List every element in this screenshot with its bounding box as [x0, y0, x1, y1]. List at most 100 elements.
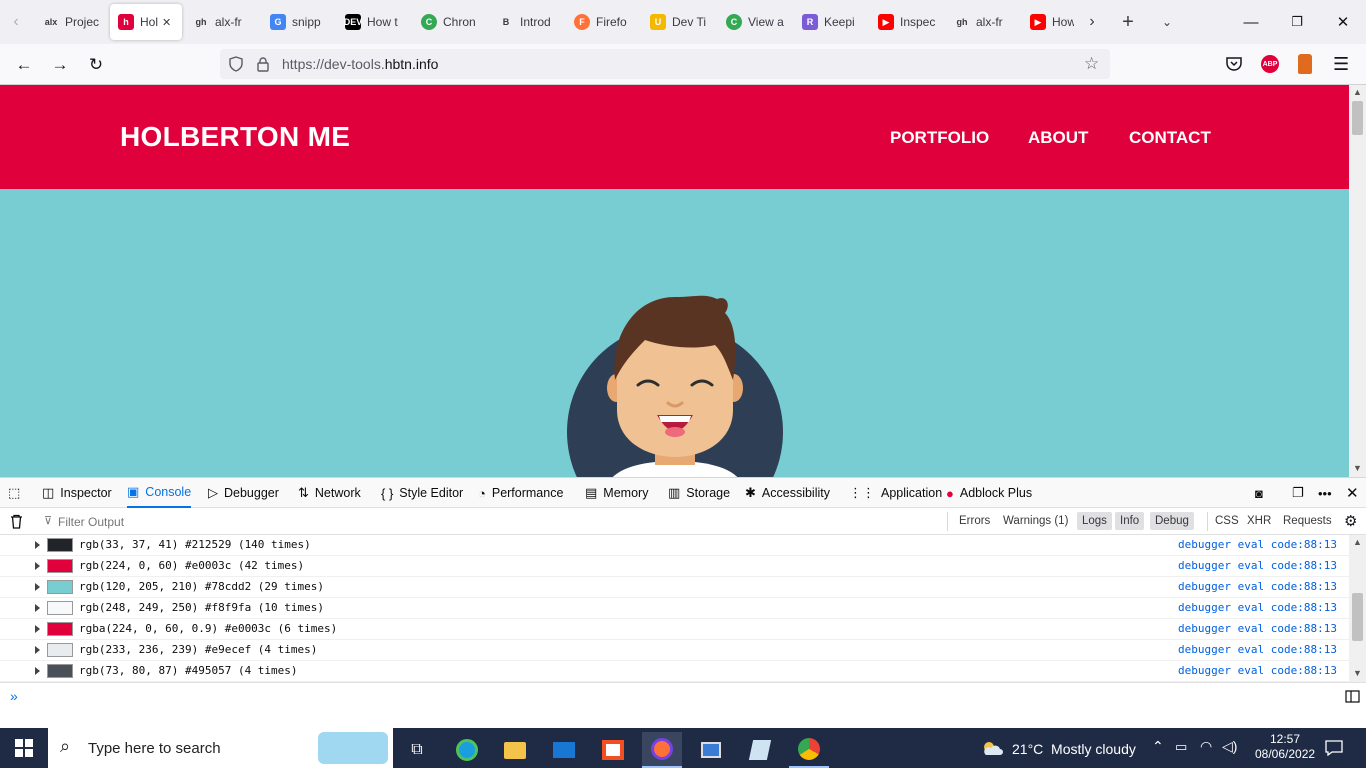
tab-10[interactable]: R Keepi [794, 4, 866, 40]
scroll-down-icon[interactable]: ▼ [1353, 463, 1362, 473]
lock-icon[interactable] [256, 56, 270, 72]
list-all-tabs-button[interactable]: ⌄ [1155, 10, 1179, 34]
console-scroll-thumb[interactable] [1352, 593, 1363, 641]
console-source-link[interactable]: debugger eval code:88:13 [1178, 538, 1337, 551]
devtools-menu-button[interactable]: ••• [1318, 478, 1338, 508]
filter-warnings[interactable]: Warnings (1) [998, 512, 1073, 530]
nav-link-contact[interactable]: CONTACT [1129, 128, 1211, 148]
close-tab-icon[interactable]: ✕ [162, 16, 171, 29]
extension-lighthouse-icon[interactable] [1298, 54, 1312, 74]
expand-arrow-icon[interactable] [35, 562, 40, 570]
console-log-row[interactable]: rgb(233, 236, 239) #e9ecef (4 times) debu… [0, 640, 1349, 661]
filter-logs[interactable]: Logs [1077, 512, 1112, 530]
notes-app-icon[interactable] [740, 732, 780, 768]
page-scroll-thumb[interactable] [1352, 101, 1363, 135]
console-scroll-up-icon[interactable]: ▲ [1353, 537, 1362, 547]
clear-console-icon[interactable] [10, 514, 23, 529]
app-menu-icon[interactable]: ☰ [1333, 54, 1349, 75]
battery-icon[interactable]: ▭ [1175, 739, 1187, 755]
restore-button[interactable]: ❐ [1274, 0, 1320, 44]
nav-link-portfolio[interactable]: PORTFOLIO [890, 128, 989, 148]
reload-button[interactable]: ↻ [81, 50, 111, 80]
tab-scroll-left-icon[interactable]: ‹ [4, 10, 28, 34]
devtools-tab-style-editor[interactable]: { } Style Editor [381, 478, 463, 508]
url-bar[interactable]: https://dev-tools.hbtn.info ☆ [220, 49, 1110, 79]
console-source-link[interactable]: debugger eval code:88:13 [1178, 622, 1337, 635]
scroll-up-icon[interactable]: ▲ [1353, 87, 1362, 97]
console-log-row[interactable]: rgb(248, 249, 250) #f8f9fa (10 times) deb… [0, 598, 1349, 619]
expand-arrow-icon[interactable] [35, 667, 40, 675]
store-icon[interactable] [593, 732, 633, 768]
console-settings-gear-icon[interactable]: ⚙ [1344, 512, 1357, 530]
tab-4[interactable]: DEV How t [337, 4, 409, 40]
filter-css[interactable]: CSS [1210, 512, 1244, 530]
weather-cloud-icon[interactable] [981, 740, 1003, 756]
screenshot-button[interactable]: ◙ [1255, 478, 1269, 508]
expand-arrow-icon[interactable] [35, 604, 40, 612]
taskbar-search-box[interactable]: ⌕ Type here to search [48, 728, 393, 768]
editor-mode-toggle-icon[interactable] [1345, 690, 1360, 703]
filter-requests[interactable]: Requests [1278, 512, 1337, 530]
devtools-tab-network[interactable]: ⇅ Network [298, 478, 361, 508]
console-input-area[interactable]: » [0, 682, 1366, 728]
devtools-tab-memory[interactable]: ▤ Memory [585, 478, 648, 508]
tab-9[interactable]: C View a [718, 4, 790, 40]
console-scrollbar[interactable]: ▲ ▼ [1349, 535, 1366, 682]
console-log-row[interactable]: rgb(224, 0, 60) #e0003c (42 times) debugg… [0, 556, 1349, 577]
file-explorer-icon[interactable] [495, 732, 535, 768]
back-button[interactable]: ← [9, 50, 39, 80]
volume-icon[interactable]: ◁) [1222, 738, 1237, 755]
bookmark-star-icon[interactable]: ☆ [1084, 54, 1099, 74]
chrome-taskbar-icon[interactable] [789, 732, 829, 768]
console-source-link[interactable]: debugger eval code:88:13 [1178, 601, 1337, 614]
tab-8[interactable]: U Dev Ti [642, 4, 714, 40]
page-scrollbar[interactable]: ▲ ▼ [1349, 85, 1366, 477]
console-log-row[interactable]: rgb(120, 205, 210) #78cdd2 (29 times) deb… [0, 577, 1349, 598]
tab-11[interactable]: ▶ Inspec [870, 4, 942, 40]
filter-debug[interactable]: Debug [1150, 512, 1194, 530]
firefox-taskbar-icon[interactable] [642, 732, 682, 768]
tab-6[interactable]: B Introd [490, 4, 562, 40]
devtools-tab-console[interactable]: ▣ Console [127, 478, 192, 508]
expand-arrow-icon[interactable] [35, 625, 40, 633]
tab-13[interactable]: ▶ How [1022, 4, 1074, 40]
close-devtools-button[interactable]: ✕ [1346, 478, 1359, 508]
tracking-shield-icon[interactable] [228, 56, 244, 72]
tab-1[interactable]: h Hol ✕ [110, 4, 182, 40]
close-window-button[interactable]: ✕ [1320, 0, 1366, 44]
task-view-icon[interactable]: ⧉ [397, 732, 437, 768]
adblock-extension-icon[interactable]: ABP [1261, 55, 1279, 73]
filter-xhr[interactable]: XHR [1242, 512, 1276, 530]
site-title[interactable]: HOLBERTON ME [120, 121, 350, 153]
tab-2[interactable]: gh alx-fr [185, 4, 257, 40]
console-source-link[interactable]: debugger eval code:88:13 [1178, 559, 1337, 572]
console-log-row[interactable]: rgba(224, 0, 60, 0.9) #e0003c (6 times) d… [0, 619, 1349, 640]
tab-3[interactable]: Gsnipp [262, 4, 334, 40]
weather-text[interactable]: 21°C Mostly cloudy [1012, 741, 1136, 757]
mail-icon[interactable] [544, 732, 584, 768]
devtools-tab-application[interactable]: ⋮⋮ Application [849, 478, 942, 508]
devtools-tab-storage[interactable]: ▥ Storage [668, 478, 730, 508]
wifi-icon[interactable]: ◠ [1200, 738, 1212, 755]
filter-info[interactable]: Info [1115, 512, 1145, 530]
devtools-tab-performance[interactable]: ◔ Performance [478, 478, 563, 508]
element-picker-button[interactable]: ⬚ [8, 478, 26, 508]
devtools-tab-adblock-plus[interactable]: ● Adblock Plus [946, 478, 1032, 508]
forward-button[interactable]: → [45, 50, 75, 80]
pocket-icon[interactable] [1225, 56, 1243, 72]
tab-0[interactable]: alx Projec [35, 4, 107, 40]
filter-errors[interactable]: Errors [954, 512, 995, 530]
console-log-row[interactable]: rgb(33, 37, 41) #212529 (140 times) debug… [0, 535, 1349, 556]
expand-arrow-icon[interactable] [35, 646, 40, 654]
expand-arrow-icon[interactable] [35, 541, 40, 549]
console-source-link[interactable]: debugger eval code:88:13 [1178, 580, 1337, 593]
notifications-icon[interactable] [1325, 740, 1343, 756]
nav-link-about[interactable]: ABOUT [1028, 128, 1088, 148]
console-source-link[interactable]: debugger eval code:88:13 [1178, 643, 1337, 656]
console-scroll-down-icon[interactable]: ▼ [1353, 668, 1362, 678]
new-tab-button[interactable]: + [1116, 10, 1140, 34]
devtools-tab-debugger[interactable]: ▷ Debugger [208, 478, 279, 508]
dock-options-button[interactable]: ❐ [1292, 478, 1310, 508]
expand-arrow-icon[interactable] [35, 583, 40, 591]
console-source-link[interactable]: debugger eval code:88:13 [1178, 664, 1337, 677]
